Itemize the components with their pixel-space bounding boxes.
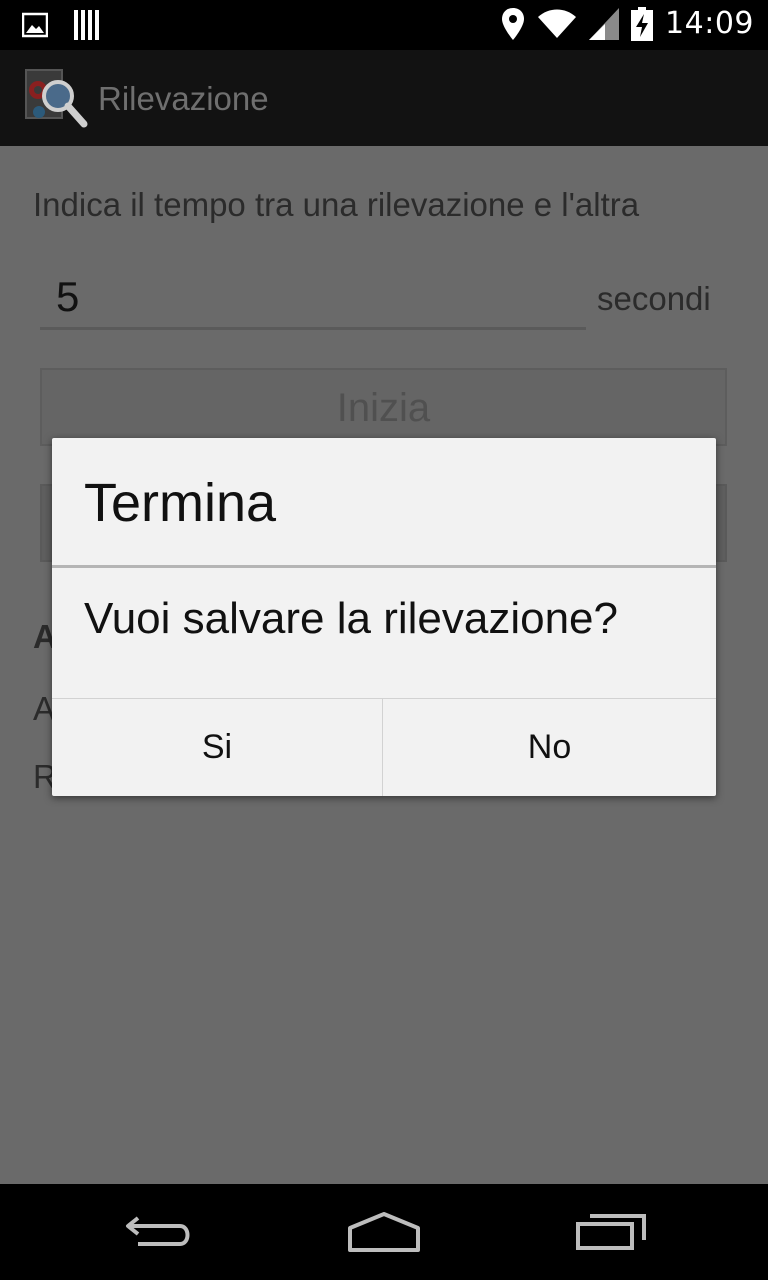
wifi-icon bbox=[538, 9, 577, 38]
app-magnifier-gear-icon bbox=[25, 69, 88, 128]
status-time: 14:09 bbox=[665, 6, 754, 41]
app-title: Rilevazione bbox=[98, 80, 269, 117]
status-bar: 14:09 bbox=[0, 0, 768, 50]
no-button[interactable]: No bbox=[383, 699, 716, 796]
unit-label: secondi bbox=[597, 280, 711, 317]
location-icon bbox=[502, 7, 525, 40]
start-button[interactable]: Inizia bbox=[40, 368, 727, 446]
recent-apps-icon[interactable] bbox=[574, 1210, 648, 1252]
action-bar: Rilevazione bbox=[0, 50, 768, 146]
dialog-message: Vuoi salvare la rilevazione? bbox=[84, 594, 618, 643]
navigation-bar bbox=[0, 1184, 768, 1280]
dialog-divider bbox=[52, 565, 716, 568]
home-icon[interactable] bbox=[346, 1210, 422, 1254]
save-dialog: Termina Vuoi salvare la rilevazione? Si … bbox=[52, 438, 716, 796]
interval-input[interactable]: 5 bbox=[40, 264, 586, 330]
dialog-title: Termina bbox=[84, 473, 277, 533]
barcode-notification-icon bbox=[74, 10, 99, 40]
back-icon[interactable] bbox=[124, 1210, 196, 1250]
battery-charging-icon bbox=[631, 6, 654, 41]
signal-icon bbox=[589, 7, 620, 40]
instruction-label: Indica il tempo tra una rilevazione e l'… bbox=[33, 186, 640, 223]
image-notification-icon bbox=[22, 12, 48, 38]
yes-button[interactable]: Si bbox=[52, 699, 382, 796]
